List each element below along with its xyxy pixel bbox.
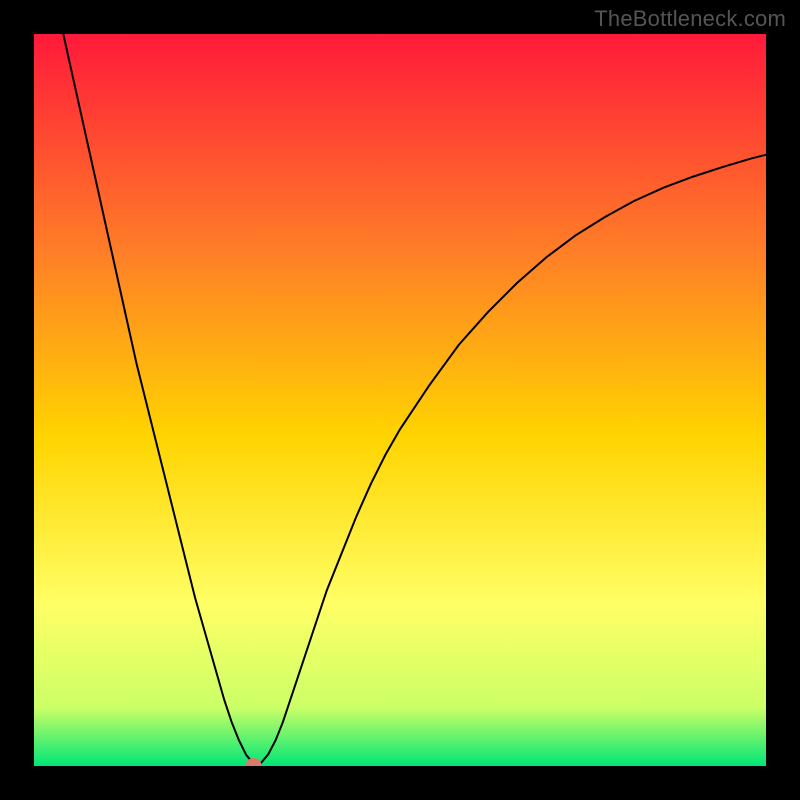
chart-background <box>34 34 766 766</box>
watermark-text: TheBottleneck.com <box>594 6 786 32</box>
chart-plot-area <box>34 34 766 766</box>
chart-frame <box>34 34 766 766</box>
chart-svg <box>34 34 766 766</box>
